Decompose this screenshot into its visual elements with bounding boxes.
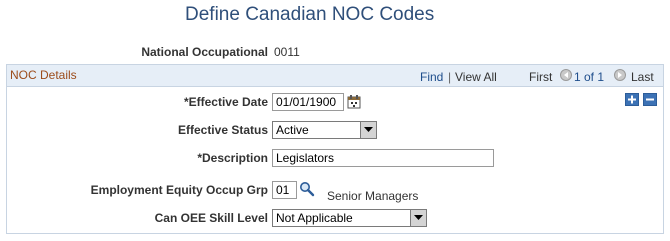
previous-arrow-icon[interactable]	[560, 69, 572, 81]
nav-separator: |	[448, 70, 452, 84]
find-link[interactable]: Find	[420, 70, 443, 84]
noc-value: 0011	[274, 45, 300, 59]
group-header: NOC Details Find | View All First 1 of 1…	[7, 65, 663, 87]
effective-status-select[interactable]: Active	[272, 121, 377, 139]
calendar-icon[interactable]	[347, 95, 361, 109]
minus-icon[interactable]	[643, 93, 657, 106]
noc-details-group: NOC Details Find | View All First 1 of 1…	[6, 64, 664, 234]
plus-icon[interactable]	[625, 93, 639, 106]
oee-skill-label: Can OEE Skill Level	[154, 211, 268, 225]
chevron-down-icon[interactable]	[410, 210, 426, 226]
equity-group-description: Senior Managers	[327, 189, 419, 203]
description-input[interactable]	[272, 149, 494, 167]
effective-date-input[interactable]	[272, 93, 344, 111]
magnifier-icon[interactable]	[299, 181, 315, 197]
effective-status-value: Active	[276, 123, 309, 137]
oee-skill-select[interactable]: Not Applicable	[272, 209, 427, 227]
equity-group-input[interactable]	[272, 181, 297, 199]
effective-date-label: *Effective Date	[183, 95, 268, 109]
description-label: *Description	[197, 151, 268, 165]
oee-skill-value: Not Applicable	[276, 211, 353, 225]
row-range: 1 of 1	[574, 70, 605, 84]
page-title: Define Canadian NOC Codes	[185, 4, 435, 25]
equity-group-label: Employment Equity Occup Grp	[90, 183, 268, 197]
chevron-down-icon[interactable]	[360, 122, 376, 138]
view-all-link[interactable]: View All	[455, 70, 497, 84]
noc-label: National Occupational	[141, 45, 268, 59]
group-title: NOC Details	[10, 68, 77, 82]
next-arrow-icon[interactable]	[614, 69, 626, 81]
effective-status-label: Effective Status	[177, 123, 268, 137]
last-label: Last	[631, 70, 654, 84]
first-label: First	[529, 70, 553, 84]
